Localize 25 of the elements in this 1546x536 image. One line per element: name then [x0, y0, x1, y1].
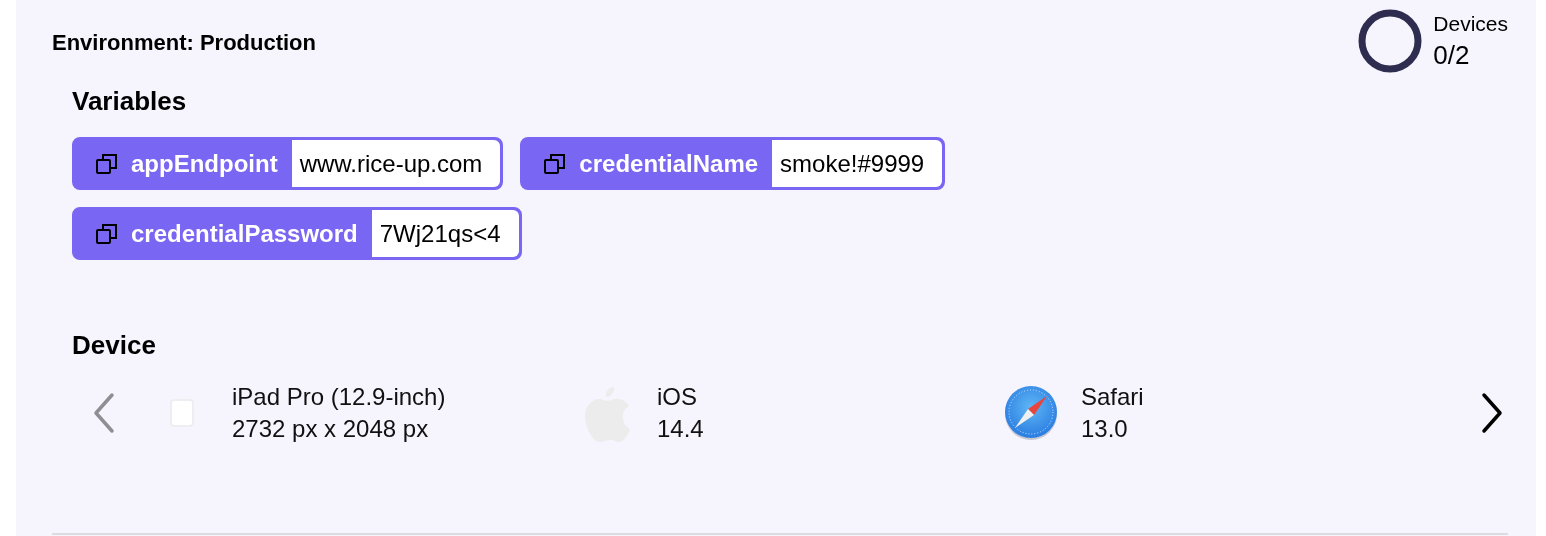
variable-name: credentialPassword [131, 219, 358, 248]
meter-count: 0/2 [1433, 39, 1471, 72]
variable-value: www.rice-up.com [291, 140, 501, 187]
variable-value: 7Wj21qs<4 [371, 210, 519, 257]
device-name: iOS [657, 382, 698, 412]
device-name: iPad Pro (12.9-inch) [232, 382, 446, 412]
copy-icon [95, 221, 119, 246]
variable-value: smoke!#9999 [772, 140, 943, 187]
copy-icon [95, 151, 119, 176]
device-detail: 2732 px x 2048 px [232, 414, 430, 444]
section-heading: Device [72, 330, 157, 361]
progress-ring [1357, 8, 1424, 74]
variable-name: appEndpoint [131, 149, 278, 178]
environment-title: Environment: Production [52, 30, 316, 56]
variable-chip[interactable]: credentialName smoke!#9999 [520, 137, 946, 190]
device-detail: 14.4 [657, 414, 704, 444]
compass-icon [1003, 384, 1059, 442]
device-name: Safari [1081, 382, 1144, 412]
variable-chip[interactable]: appEndpoint www.rice-up.com [72, 137, 504, 190]
variable-chip[interactable]: credentialPassword 7Wj21qs<4 [72, 207, 522, 260]
copy-icon [543, 151, 568, 176]
variable-name: credentialName [579, 149, 759, 178]
device-detail: 13.0 [1081, 414, 1129, 444]
section-heading: Variables [72, 86, 188, 117]
meter-label: Devices [1433, 11, 1508, 37]
